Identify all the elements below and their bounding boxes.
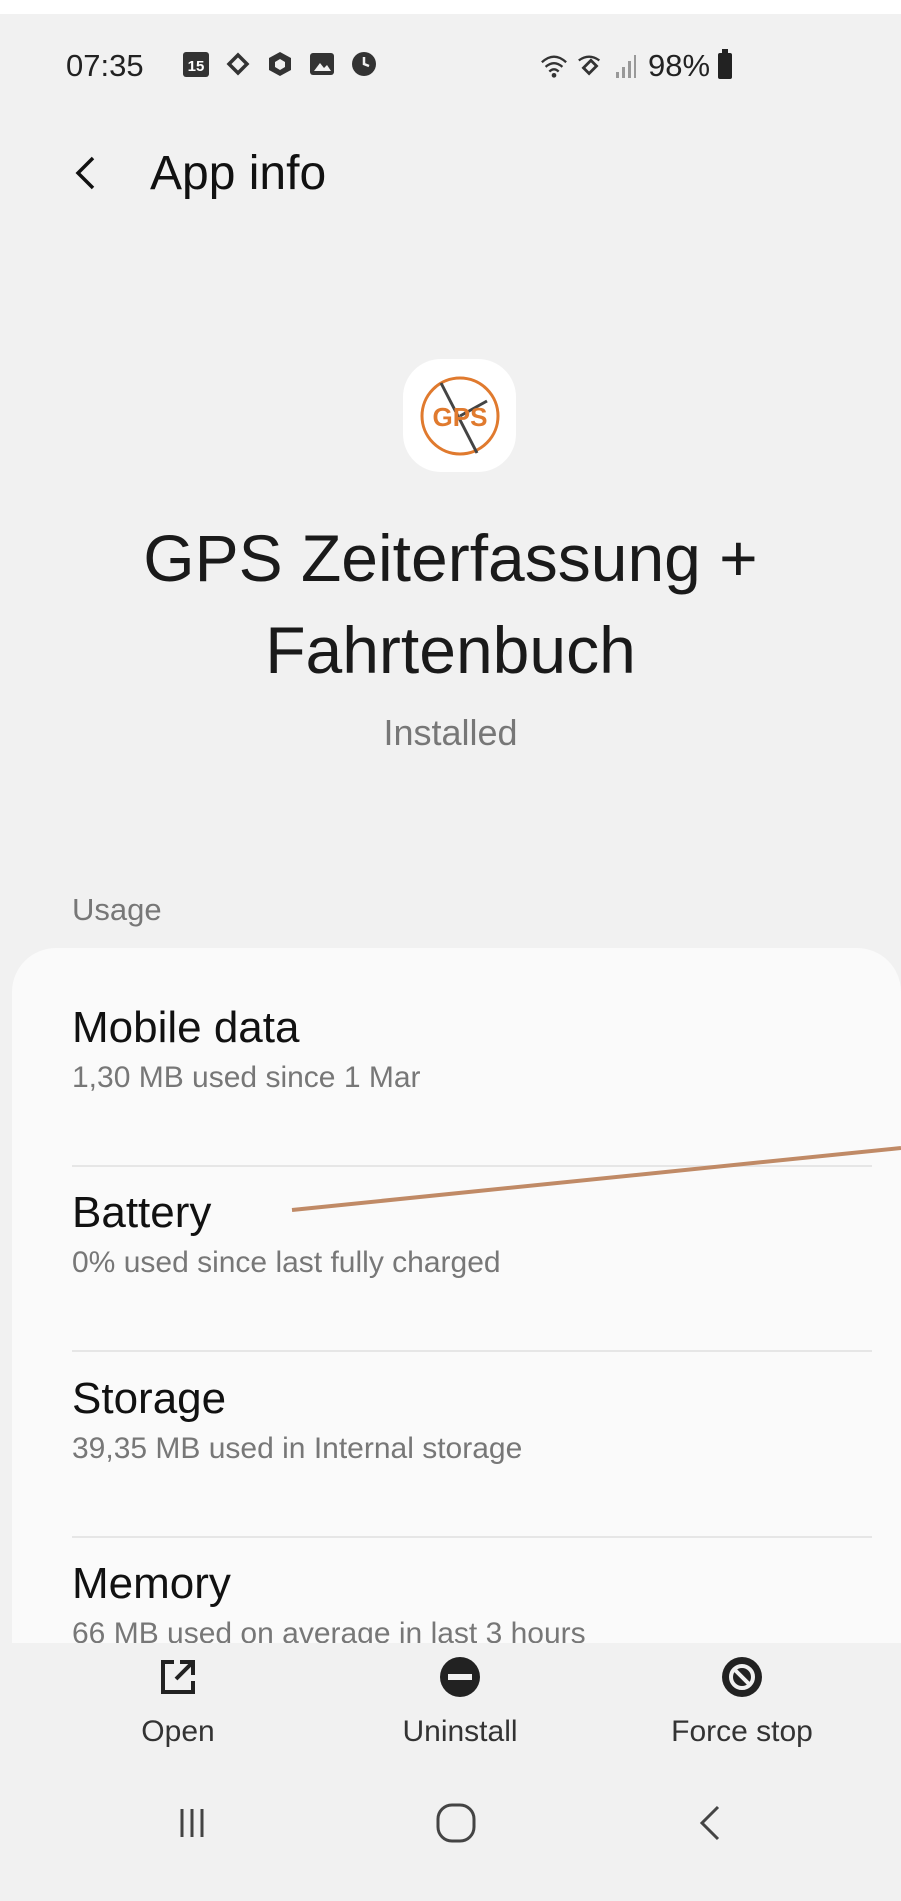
list-item-memory[interactable]: Memory 66 MB used on average in last 3 h… [72, 1559, 872, 1648]
calendar-day-text: 15 [188, 58, 205, 75]
clock-icon [350, 50, 378, 78]
battery-percent: 98% [648, 48, 711, 83]
box-icon [266, 50, 294, 78]
bottom-action-bar: Open Uninstall Force stop [0, 1643, 901, 1763]
divider [72, 1165, 872, 1167]
status-bar: 07:35 15 98% [0, 40, 901, 90]
uninstall-button[interactable]: Uninstall [350, 1655, 570, 1749]
wifi-call-icon [576, 52, 604, 80]
call-icon [224, 50, 252, 78]
action-label: Force stop [671, 1715, 813, 1748]
list-item-title: Mobile data [72, 1003, 300, 1052]
status-time: 07:35 [66, 48, 144, 83]
open-external-icon [156, 1655, 200, 1699]
app-install-status: Installed [383, 712, 518, 753]
list-item-subtitle: 39,35 MB used in Internal storage [72, 1432, 523, 1465]
calendar-icon: 15 [182, 50, 210, 78]
force-stop-icon [720, 1655, 764, 1699]
notification-icons: 15 [182, 50, 378, 78]
page-title: App info [150, 147, 327, 200]
app-bar: App info [0, 130, 901, 220]
signal-icon [612, 52, 640, 80]
app-icon: GPS [403, 359, 516, 472]
nav-back-icon[interactable] [670, 1793, 750, 1853]
app-icon-text: GPS [432, 402, 487, 432]
battery-icon [718, 49, 733, 79]
list-item-storage[interactable]: Storage 39,35 MB used in Internal storag… [72, 1374, 872, 1466]
list-item-subtitle: 0% used since last fully charged [72, 1246, 501, 1279]
open-button[interactable]: Open [68, 1655, 288, 1749]
divider [72, 1536, 872, 1538]
list-item-mobile-data[interactable]: Mobile data 1,30 MB used since 1 Mar [72, 1003, 872, 1095]
divider [72, 1350, 872, 1352]
top-caption-strip [0, 0, 901, 14]
list-item-title: Storage [72, 1374, 227, 1423]
action-label: Open [141, 1715, 215, 1748]
gallery-icon [308, 50, 336, 78]
uninstall-icon [438, 1655, 482, 1699]
list-item-subtitle: 1,30 MB used since 1 Mar [72, 1061, 421, 1094]
app-name: GPS Zeiterfassung + Fahrtenbuch [143, 521, 758, 687]
usage-card: Mobile data 1,30 MB used since 1 Mar Bat… [12, 948, 901, 1648]
force-stop-button[interactable]: Force stop [632, 1655, 852, 1749]
system-navigation-bar [0, 1763, 901, 1901]
list-item-battery[interactable]: Battery 0% used since last fully charged [72, 1188, 872, 1280]
recents-icon[interactable] [152, 1793, 232, 1853]
list-item-title: Battery [72, 1188, 212, 1237]
action-label: Uninstall [402, 1715, 518, 1748]
system-status-icons: 98% [540, 48, 733, 84]
wifi-icon [540, 52, 568, 80]
home-icon[interactable] [416, 1793, 496, 1853]
list-item-title: Memory [72, 1559, 231, 1608]
back-arrow-icon[interactable] [60, 148, 110, 198]
usage-section-label: Usage [72, 892, 162, 927]
